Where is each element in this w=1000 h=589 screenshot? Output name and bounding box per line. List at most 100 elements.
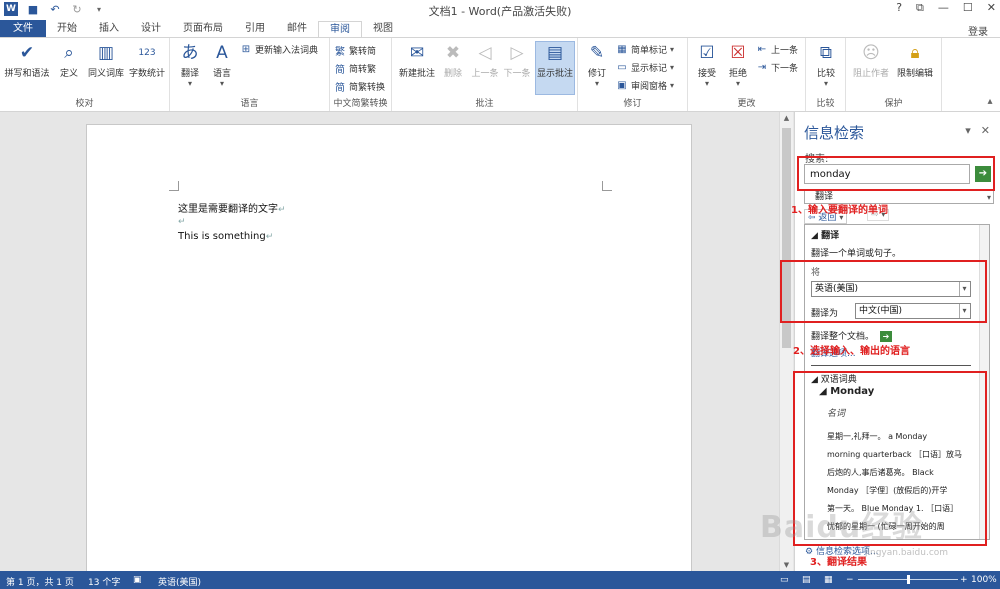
results-divider [811, 365, 971, 366]
zoom-level[interactable]: 100% [971, 575, 997, 585]
print-layout-icon[interactable]: ▤ [802, 575, 811, 585]
page-count[interactable]: 第 1 页，共 1 页 [6, 575, 74, 588]
group-label-comments: 批注 [475, 99, 494, 109]
research-pane-title: 信息检索 [804, 124, 865, 142]
group-tracking: ✎ 修订 ▾ ▦ 简单标记 ▾ ▭ 显示标记 ▾ ▣ 审阅窗格 ▾ 修订 [578, 38, 688, 111]
zoom-out-icon[interactable]: − [846, 575, 854, 585]
translate-button[interactable]: あ 翻译 ▾ [176, 42, 204, 88]
group-comments: ✉ 新建批注 ✖ 删除 ◁ 上一条 ▷ 下一条 ▤ 显示批注 批注 [392, 38, 578, 111]
zoom-slider-thumb[interactable] [907, 575, 910, 584]
restrict-editing-button[interactable]: 🔒︎ 限制编辑 [894, 42, 936, 79]
minimize-button[interactable]: — [938, 1, 949, 15]
collapse-ribbon-button[interactable]: ▴ [984, 96, 996, 107]
group-label-language: 语言 [240, 99, 259, 109]
previous-comment-button[interactable]: ◁ 上一条 [470, 42, 500, 79]
document-paragraph[interactable]: This is something↵ [178, 231, 273, 242]
language-status[interactable]: 英语(美国) [158, 575, 201, 588]
spelling-grammar-button[interactable]: ✔ 拼写和语法 [4, 42, 50, 79]
accept-button[interactable]: ☑ 接受 ▾ [693, 42, 721, 88]
tab-page-layout[interactable]: 页面布局 [172, 20, 234, 37]
close-button[interactable]: ✕ [987, 1, 996, 15]
new-comment-button[interactable]: ✉ 新建批注 [397, 42, 437, 79]
tab-home[interactable]: 开始 [46, 20, 88, 37]
next-comment-button[interactable]: ▷ 下一条 [502, 42, 532, 79]
reviewing-pane-icon: ▣ [617, 80, 627, 91]
compare-button[interactable]: ⧉ 比较 ▾ [812, 42, 840, 88]
define-button[interactable]: ⌕ 定义 [56, 42, 82, 79]
chevron-down-icon: ▾ [704, 79, 709, 88]
tab-file[interactable]: 文件 [0, 20, 46, 37]
tab-view[interactable]: 视图 [362, 20, 404, 37]
chevron-down-icon: ▾ [187, 79, 192, 88]
close-pane-icon[interactable]: ✕ [981, 124, 990, 137]
reviewing-pane-button[interactable]: ▣ 审阅窗格 ▾ [616, 79, 674, 92]
status-bar: 第 1 页，共 1 页 13 个字 ▣ 英语(美国) ▭ ▤ ▦ − + 100… [0, 571, 1000, 589]
document-empty-paragraph[interactable]: ↵ [178, 216, 186, 227]
define-search-icon: ⌕ [64, 43, 74, 63]
word-count[interactable]: 13 个字 [88, 575, 120, 588]
chevron-up-icon: ▴ [987, 96, 993, 107]
paragraph-mark-icon: ↵ [278, 205, 286, 215]
reject-button[interactable]: ☒ 拒绝 ▾ [724, 42, 752, 88]
web-layout-icon[interactable]: ▦ [824, 575, 833, 585]
annotation-step3: 3、翻译结果 [810, 557, 867, 568]
translate-section-header[interactable]: ◢ 翻译 [811, 228, 839, 241]
previous-comment-icon: ◁ [478, 43, 492, 63]
proofing-status-icon[interactable]: ▣ [133, 575, 142, 585]
document-page[interactable]: 这里是需要翻译的文字↵ ↵ This is something↵ [86, 124, 692, 584]
ime-dictionary-icon: ⊞ [241, 44, 251, 55]
arrow-right-icon: ➔ [880, 331, 893, 342]
group-proofing: ✔ 拼写和语法 ⌕ 定义 ▥ 同义词库 123 字数统计 校对 [0, 38, 170, 111]
pane-options-icon[interactable]: ▾ [965, 124, 971, 137]
reject-icon: ☒ [730, 43, 746, 63]
document-paragraph[interactable]: 这里是需要翻译的文字↵ [178, 200, 286, 215]
sign-in-link[interactable]: 登录 [968, 23, 988, 38]
chevron-down-icon: ▾ [670, 63, 675, 72]
delete-comment-button[interactable]: ✖ 删除 [440, 42, 466, 79]
language-button[interactable]: A 语言 ▾ [208, 42, 236, 88]
scroll-up-icon[interactable]: ▲ [780, 114, 793, 122]
tab-design[interactable]: 设计 [130, 20, 172, 37]
previous-change-button[interactable]: ⇤ 上一条 [756, 43, 798, 56]
update-ime-dictionary-button[interactable]: ⊞ 更新输入法词典 [240, 43, 318, 56]
document-area: 这里是需要翻译的文字↵ ↵ This is something↵ [0, 112, 779, 584]
maximize-button[interactable]: ☐ [963, 1, 973, 15]
read-mode-icon[interactable]: ▭ [780, 575, 789, 585]
baidu-watermark-url: jingyan.baidu.com [865, 548, 949, 558]
chevron-down-icon: ▾ [670, 81, 675, 90]
to-simplified-button[interactable]: 繁 繁转简 [334, 43, 376, 58]
tab-insert[interactable]: 插入 [88, 20, 130, 37]
thesaurus-button[interactable]: ▥ 同义词库 [86, 42, 126, 79]
tab-review[interactable]: 审阅 [318, 21, 362, 38]
group-label-chinese-conversion: 中文简繁转换 [333, 99, 388, 109]
show-comments-button[interactable]: ▤ 显示批注 [535, 41, 575, 95]
to-simplified-icon: 繁 [335, 47, 345, 58]
conversion-button[interactable]: 简 简繁转换 [334, 79, 385, 94]
scroll-down-icon[interactable]: ▼ [780, 561, 793, 569]
pane-controls: ▾ ✕ [965, 124, 990, 137]
to-traditional-button[interactable]: 简 简转繁 [334, 61, 376, 76]
show-markup-button[interactable]: ▭ 显示标记 ▾ [616, 61, 674, 74]
collapse-triangle-icon: ◢ [811, 231, 818, 241]
tab-references[interactable]: 引用 [234, 20, 276, 37]
translate-description: 翻译一个单词或句子。 [811, 249, 902, 259]
block-authors-icon: ☹ [862, 43, 880, 63]
markup-mode-select[interactable]: ▦ 简单标记 ▾ [616, 43, 674, 56]
next-change-button[interactable]: ⇥ 下一条 [756, 61, 798, 74]
delete-comment-icon: ✖ [445, 43, 461, 63]
translate-document-link[interactable]: 翻译整个文档。 ➔ [811, 329, 893, 342]
chevron-down-icon: ▾ [986, 193, 991, 202]
zoom-in-icon[interactable]: + [960, 575, 968, 585]
ribbon: ✔ 拼写和语法 ⌕ 定义 ▥ 同义词库 123 字数统计 校对 あ 翻译 ▾ A… [0, 37, 1000, 112]
word-count-button[interactable]: 123 字数统计 [128, 42, 166, 79]
block-authors-button[interactable]: ☹ 阻止作者 [850, 42, 892, 79]
track-changes-button[interactable]: ✎ 修订 ▾ [583, 42, 611, 88]
ribbon-tabs: 文件 开始 插入 设计 页面布局 引用 邮件 审阅 视图 登录 [0, 20, 1000, 38]
help-button[interactable]: ? [896, 1, 902, 15]
annotation-step2: 2、选择输入、输出的语言 [793, 346, 910, 357]
thesaurus-book-icon: ▥ [97, 43, 115, 63]
annotation-box-languages [780, 260, 987, 323]
ribbon-display-options-button[interactable]: ⧉ [916, 1, 924, 15]
tab-mailings[interactable]: 邮件 [276, 20, 318, 37]
group-label-tracking: 修订 [623, 99, 642, 109]
